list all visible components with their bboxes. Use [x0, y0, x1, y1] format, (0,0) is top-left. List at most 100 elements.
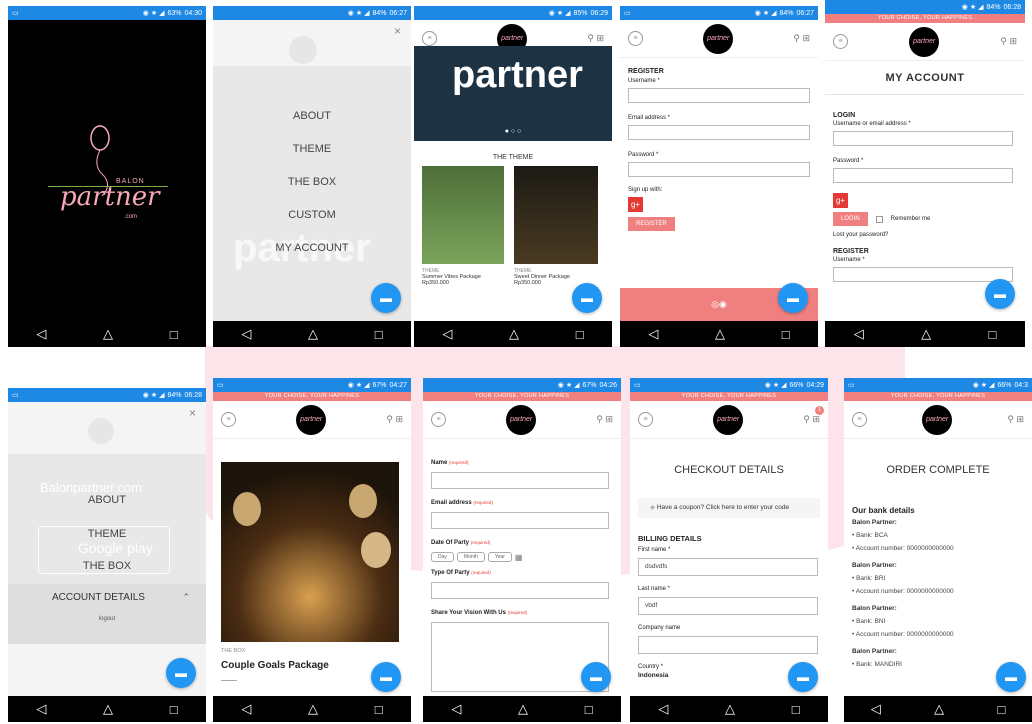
cart-icon[interactable]: ⊞ [1009, 36, 1017, 46]
chat-button[interactable]: ▬ [778, 283, 808, 313]
year-select[interactable]: Year [487, 552, 512, 562]
home-icon[interactable]: △ [921, 326, 931, 342]
recent-apps-icon[interactable]: □ [585, 702, 593, 717]
cart-icon[interactable]: ⊞ [395, 414, 403, 424]
last-name-input[interactable]: vbdf [638, 597, 818, 615]
back-icon[interactable]: ◁ [658, 701, 668, 717]
menu-item-about[interactable]: ABOUT [213, 110, 411, 122]
menu-item-about[interactable]: ABOUT [8, 494, 206, 506]
menu-item-the-box[interactable]: THE BOX [213, 176, 411, 188]
recent-apps-icon[interactable]: □ [576, 327, 584, 342]
logout-link[interactable]: logout [8, 616, 206, 622]
search-icon[interactable]: ⚲ [1000, 36, 1007, 46]
chat-button[interactable]: ▬ [166, 658, 196, 688]
menu-icon[interactable]: ≡ [638, 412, 653, 427]
register-button[interactable]: REGISTER [628, 217, 675, 231]
menu-icon[interactable]: ≡ [628, 31, 643, 46]
cart-icon[interactable]: ⊞ [802, 33, 810, 43]
back-icon[interactable]: ◁ [442, 326, 452, 342]
password-input[interactable] [628, 162, 810, 177]
recent-apps-icon[interactable]: □ [170, 327, 178, 342]
recent-apps-icon[interactable]: □ [375, 327, 383, 342]
password-input[interactable] [833, 168, 1013, 183]
instagram-icon[interactable]: ◎ [711, 299, 719, 310]
home-icon[interactable]: △ [934, 701, 944, 717]
back-icon[interactable]: ◁ [871, 701, 881, 717]
back-icon[interactable]: ◁ [36, 326, 46, 342]
coupon-bar[interactable]: ◈ Have a coupon? Click here to enter you… [638, 498, 820, 518]
chat-button[interactable]: ▬ [788, 662, 818, 692]
search-icon[interactable]: ⚲ [596, 414, 603, 424]
first-name-input[interactable]: dsdvdfs [638, 558, 818, 576]
google-plus-button[interactable]: g+ [833, 193, 848, 208]
home-icon[interactable]: △ [103, 326, 113, 342]
back-icon[interactable]: ◁ [648, 326, 658, 342]
close-icon[interactable]: × [189, 406, 196, 420]
menu-item-my-account[interactable]: MY ACCOUNT [213, 242, 411, 254]
product-card[interactable]: THEME Summer Vibes Package Rp350.000 [422, 166, 504, 286]
menu-item-theme[interactable]: THEME [213, 143, 411, 155]
month-select[interactable]: Month [456, 552, 485, 562]
chat-button[interactable]: ▬ [996, 662, 1026, 692]
menu-icon[interactable]: ≡ [431, 412, 446, 427]
lost-password-link[interactable]: Lost your password? [833, 232, 1013, 238]
cart-icon[interactable]: ⊞ [1016, 414, 1024, 424]
chat-button[interactable]: ▬ [985, 279, 1015, 309]
remember-checkbox[interactable] [875, 215, 883, 223]
chat-button[interactable]: ▬ [371, 283, 401, 313]
slider-dots[interactable]: ● ○ ○ [414, 128, 612, 135]
cart-icon[interactable]: ⊞ [605, 414, 613, 424]
home-icon[interactable]: △ [715, 326, 725, 342]
back-icon[interactable]: ◁ [241, 326, 251, 342]
menu-item-custom[interactable]: CUSTOM [213, 209, 411, 221]
back-icon[interactable]: ◁ [241, 701, 251, 717]
home-icon[interactable]: △ [308, 701, 318, 717]
search-icon[interactable]: ⚲ [587, 33, 594, 43]
email-input[interactable] [628, 125, 810, 140]
twitter-icon[interactable]: ◉ [719, 299, 727, 310]
username-input[interactable] [833, 131, 1013, 146]
search-icon[interactable]: ⚲ [803, 414, 810, 424]
menu-icon[interactable]: ≡ [221, 412, 236, 427]
search-icon[interactable]: ⚲ [793, 33, 800, 43]
google-plus-button[interactable]: g+ [628, 197, 643, 212]
chat-button[interactable]: ▬ [371, 662, 401, 692]
cart-icon[interactable]: ⊞ [596, 33, 604, 43]
menu-icon[interactable]: ≡ [852, 412, 867, 427]
username-input[interactable] [628, 88, 810, 103]
home-icon[interactable]: △ [308, 326, 318, 342]
name-input[interactable] [431, 472, 609, 489]
recent-apps-icon[interactable]: □ [988, 327, 996, 342]
back-icon[interactable]: ◁ [36, 701, 46, 717]
chevron-up-icon[interactable]: ⌃ [182, 592, 190, 603]
account-details-row[interactable]: ACCOUNT DETAILS ⌃ logout [8, 584, 206, 644]
back-icon[interactable]: ◁ [451, 701, 461, 717]
back-icon[interactable]: ◁ [854, 326, 864, 342]
home-icon[interactable]: △ [518, 701, 528, 717]
recent-apps-icon[interactable]: □ [782, 327, 790, 342]
chat-button[interactable]: ▬ [572, 283, 602, 313]
email-input[interactable] [431, 512, 609, 529]
home-icon[interactable]: △ [725, 701, 735, 717]
recent-apps-icon[interactable]: □ [170, 702, 178, 717]
home-icon[interactable]: △ [103, 701, 113, 717]
menu-icon[interactable]: ≡ [833, 34, 848, 49]
login-button[interactable]: LOGIN [833, 212, 868, 226]
recent-apps-icon[interactable]: □ [997, 702, 1005, 717]
type-input[interactable] [431, 582, 609, 599]
home-icon[interactable]: △ [509, 326, 519, 342]
menu-icon[interactable]: ≡ [422, 31, 437, 46]
recent-apps-icon[interactable]: □ [375, 702, 383, 717]
calendar-icon[interactable]: ▦ [515, 553, 523, 562]
chat-button[interactable]: ▬ [581, 662, 611, 692]
menu-item-the-box[interactable]: THE BOX [8, 560, 206, 572]
hero-slider[interactable]: partner ● ○ ○ [414, 46, 612, 141]
company-input[interactable] [638, 636, 818, 654]
recent-apps-icon[interactable]: □ [792, 702, 800, 717]
day-select[interactable]: Day [431, 552, 454, 562]
cart-icon[interactable]: ⊞ [812, 414, 820, 424]
search-icon[interactable]: ⚲ [386, 414, 393, 424]
close-icon[interactable]: × [394, 24, 401, 38]
search-icon[interactable]: ⚲ [1007, 414, 1014, 424]
product-card[interactable]: THEME Sweet Dinner Package Rp350.000 [514, 166, 598, 286]
